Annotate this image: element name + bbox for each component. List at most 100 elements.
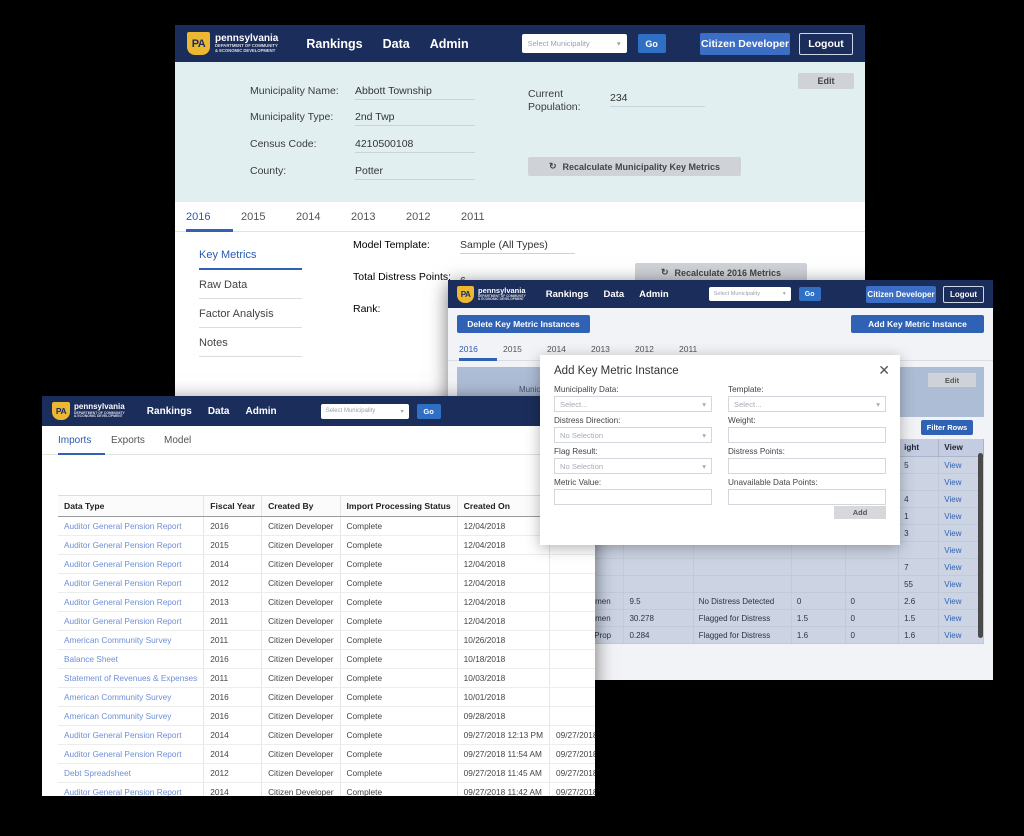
go-button[interactable]: Go: [798, 287, 821, 301]
table-row[interactable]: Auditor General Pension Report 2011 Citize…: [58, 611, 595, 631]
distress-points-input[interactable]: [728, 458, 886, 474]
data-type-link[interactable]: Debt Spreadsheet: [58, 763, 204, 783]
municipality-name-value[interactable]: Abbott Township: [355, 85, 475, 100]
view-link[interactable]: View: [938, 592, 984, 610]
view-link[interactable]: View: [938, 490, 984, 508]
view-link[interactable]: View: [938, 473, 984, 491]
data-type-link[interactable]: American Community Survey: [58, 687, 204, 707]
data-type-link[interactable]: Auditor General Pension Report: [58, 725, 204, 745]
recalculate-municipality-button[interactable]: ↻ Recalculate Municipality Key Metrics: [528, 157, 741, 176]
modal-add-button[interactable]: Add: [834, 506, 886, 519]
data-type-link[interactable]: Auditor General Pension Report: [58, 744, 204, 764]
table-row[interactable]: Statement of Revenues & Expenses 2011 Citi…: [58, 668, 595, 688]
table-row[interactable]: Auditor General Pension Report 2012 Citize…: [58, 573, 595, 593]
table-row[interactable]: Auditor General Pension Report 2014 Citize…: [58, 782, 595, 796]
nav-link-data[interactable]: Data: [383, 37, 410, 51]
table-row[interactable]: Auditor General Pension Report 2014 Citize…: [58, 725, 595, 745]
data-type-link[interactable]: Auditor General Pension Report: [58, 535, 204, 555]
table-row[interactable]: Debt Spreadsheet 2012 Citizen Developer Com…: [58, 763, 595, 783]
table-row[interactable]: Auditor General Pension Report 2015 Citize…: [58, 535, 595, 555]
view-link[interactable]: View: [938, 575, 984, 593]
table-row[interactable]: Auditor General Pension Report 2014 Citize…: [58, 744, 595, 764]
user-button[interactable]: Citizen Developer: [866, 285, 936, 303]
model-template-value[interactable]: Sample (All Types): [460, 239, 575, 254]
data-type-link[interactable]: American Community Survey: [58, 706, 204, 726]
side-menu-factor-analysis[interactable]: Factor Analysis: [199, 299, 302, 328]
year-tab-2016[interactable]: 2016: [186, 202, 241, 232]
edit-button[interactable]: Edit: [798, 73, 854, 89]
go-button[interactable]: Go: [637, 34, 666, 53]
vertical-scrollbar[interactable]: [978, 453, 983, 638]
close-icon[interactable]: ✕: [878, 363, 890, 377]
municipality-select[interactable]: Select Municipality ▾: [521, 34, 627, 53]
census-code-value[interactable]: 4210500108: [355, 138, 475, 153]
tab-imports[interactable]: Imports: [58, 426, 111, 455]
nav-link-admin[interactable]: Admin: [430, 37, 469, 51]
data-type-link[interactable]: American Community Survey: [58, 630, 204, 650]
nav-link-rankings[interactable]: Rankings: [147, 406, 192, 417]
data-type-link[interactable]: Statement of Revenues & Expenses: [58, 668, 204, 688]
data-type-link[interactable]: Auditor General Pension Report: [58, 554, 204, 574]
municipality-data-select[interactable]: Select... ▾: [554, 396, 712, 412]
delete-key-metric-instances-button[interactable]: Delete Key Metric Instances: [457, 315, 590, 333]
table-row[interactable]: American Community Survey 2011 Citizen Dev…: [58, 630, 595, 650]
nav-link-rankings[interactable]: Rankings: [306, 37, 362, 51]
col-view[interactable]: View: [938, 439, 984, 457]
view-link[interactable]: View: [938, 541, 984, 559]
table-row[interactable]: American Community Survey 2016 Citizen Dev…: [58, 706, 595, 726]
year-tab-2014[interactable]: 2014: [296, 202, 351, 231]
col-created-on[interactable]: Created On: [456, 495, 550, 517]
side-menu-notes[interactable]: Notes: [199, 328, 302, 357]
view-link[interactable]: View: [938, 609, 984, 627]
year-tab-2013[interactable]: 2013: [351, 202, 406, 231]
year-tab-2015[interactable]: 2015: [241, 202, 296, 231]
county-value[interactable]: Potter: [355, 165, 475, 180]
table-row[interactable]: American Community Survey 2016 Citizen Dev…: [58, 687, 595, 707]
table-row[interactable]: Balance Sheet 2016 Citizen Developer Comple…: [58, 649, 595, 669]
year-tab-2016[interactable]: 2016: [459, 338, 503, 361]
nav-link-data[interactable]: Data: [208, 406, 230, 417]
nav-link-rankings[interactable]: Rankings: [546, 289, 589, 300]
add-key-metric-instance-button[interactable]: Add Key Metric Instance: [851, 315, 984, 333]
year-tab-2012[interactable]: 2012: [406, 202, 461, 231]
view-link[interactable]: View: [938, 456, 984, 474]
view-link[interactable]: View: [938, 626, 984, 644]
view-link[interactable]: View: [938, 507, 984, 525]
municipality-type-value[interactable]: 2nd Twp: [355, 111, 475, 126]
user-button[interactable]: Citizen Developer: [700, 32, 790, 55]
nav-link-data[interactable]: Data: [604, 289, 625, 300]
pa-logo[interactable]: PA pennsylvania DEPARTMENT OF COMMUNITY …: [187, 32, 278, 55]
nav-link-admin[interactable]: Admin: [639, 289, 669, 300]
data-type-link[interactable]: Auditor General Pension Report: [58, 611, 204, 631]
col-weight[interactable]: ight: [898, 439, 940, 457]
table-row[interactable]: Auditor General Pension Report 2014 Citize…: [58, 554, 595, 574]
data-type-link[interactable]: Auditor General Pension Report: [58, 516, 204, 536]
col-import-status[interactable]: Import Processing Status: [339, 495, 458, 517]
tab-model[interactable]: Model: [164, 426, 217, 454]
col-created-by[interactable]: Created By: [261, 495, 341, 517]
view-link[interactable]: View: [938, 524, 984, 542]
table-row[interactable]: Auditor General Pension Report 2016 Citize…: [58, 516, 595, 536]
pa-logo[interactable]: PA pennsylvania DEPARTMENT OF COMMUNITY …: [52, 402, 125, 420]
col-data-type[interactable]: Data Type: [58, 495, 204, 517]
logout-button[interactable]: Logout: [943, 285, 984, 303]
flag-result-select[interactable]: No Selection ▾: [554, 458, 712, 474]
table-row[interactable]: Auditor General Pension Report 2013 Citize…: [58, 592, 595, 612]
municipality-select[interactable]: Select Municipality ▾: [320, 403, 409, 419]
unavailable-data-points-input[interactable]: [728, 489, 886, 505]
filter-rows-button[interactable]: Filter Rows: [921, 420, 973, 435]
data-type-link[interactable]: Auditor General Pension Report: [58, 573, 204, 593]
side-menu-raw-data[interactable]: Raw Data: [199, 270, 302, 299]
template-select[interactable]: Select... ▾: [728, 396, 886, 412]
data-type-link[interactable]: Auditor General Pension Report: [58, 782, 204, 796]
logout-button[interactable]: Logout: [799, 32, 853, 55]
view-link[interactable]: View: [938, 558, 984, 576]
municipality-select[interactable]: Select Municipality ▾: [708, 287, 791, 301]
data-type-link[interactable]: Balance Sheet: [58, 649, 204, 669]
weight-input[interactable]: [728, 427, 886, 443]
pa-logo[interactable]: PA pennsylvania DEPARTMENT OF COMMUNITY …: [457, 285, 526, 303]
distress-direction-select[interactable]: No Selection ▾: [554, 427, 712, 443]
col-fiscal-year[interactable]: Fiscal Year: [203, 495, 262, 517]
nav-link-admin[interactable]: Admin: [246, 406, 277, 417]
current-population-value[interactable]: 234: [610, 92, 705, 107]
